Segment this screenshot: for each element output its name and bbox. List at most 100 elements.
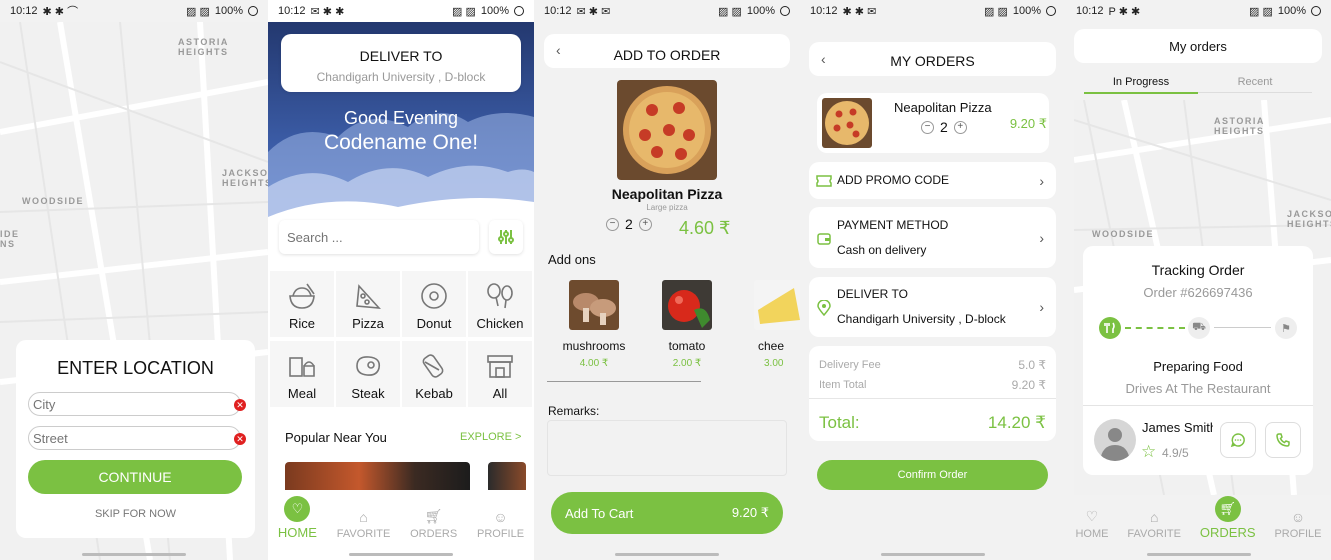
category-steak[interactable]: Steak [336,341,400,407]
chevron-right-icon: › [1039,299,1044,315]
screen-my-orders: 10:12 ✱ ✱ ✉ ▨ ▨ 100% ‹ MY ORDERS Neapolita… [800,0,1066,560]
deliver-to-card[interactable]: DELIVER TO Chandigarh University , D-blo… [281,34,521,92]
battery-text: 100% [1012,5,1041,17]
header-bar: ‹ ADD TO ORDER [544,34,790,68]
addon-tomato[interactable]: tomato 2.00 ₹ [647,280,727,369]
tomato-image [662,280,712,330]
order-item-card[interactable]: Neapolitan Pizza − 2 + 9.20 ₹ [817,93,1049,153]
battery-icon [780,6,790,16]
user-name: Codename One! [323,131,479,154]
tab-recent[interactable]: Recent [1198,76,1312,93]
item-total-value: 9.20 ₹ [1011,378,1046,392]
person-icon: ☺︎ [493,509,508,525]
battery-icon [514,6,524,16]
nav-favorite[interactable]: ⌂ FAVORITE [337,509,391,540]
nav-profile[interactable]: ☺︎ PROFILE [477,509,524,540]
addon-mushrooms[interactable]: mushrooms 4.00 ₹ [554,280,634,369]
product-price: 4.60 ₹ [679,218,731,238]
city-field[interactable]: ✕ [28,392,246,416]
deliver-to-row[interactable]: DELIVER TO Chandigarh University , D-blo… [809,277,1056,337]
user-silhouette-icon [1100,428,1130,461]
item-price: 9.20 ₹ [1009,116,1047,131]
confirm-order-button[interactable]: Confirm Order [817,460,1048,490]
chat-button[interactable] [1220,422,1256,458]
increment-button[interactable]: + [638,217,652,231]
decrement-button[interactable]: − [921,120,934,134]
street-field[interactable]: ✕ [28,426,246,450]
category-chicken[interactable]: Chicken [468,271,532,337]
category-kebab[interactable]: Kebab [402,341,466,407]
map-label-woodside: WOODSIDE [22,196,85,206]
battery-text: 100% [480,5,509,17]
item-thumbnail [822,98,872,148]
notification-icons: ✱ ✱ ⌒ [42,6,79,18]
screen-enter-location: 10:12 ✱ ✱ ⌒ ▨ ▨ 100% ASTORIA HEIGHTS JACKS… [0,0,268,560]
payment-method-row[interactable]: PAYMENT METHOD Cash on delivery › [809,207,1056,268]
status-time: 10:12 [10,5,38,17]
home-indicator [615,553,719,556]
category-pizza[interactable]: Pizza [336,271,400,337]
skip-button[interactable]: SKIP FOR NOW [16,508,255,520]
item-quantity-stepper[interactable]: − 2 + [921,119,967,135]
mushrooms-image [569,280,619,330]
steak-icon [356,356,381,376]
remarks-textarea[interactable] [547,420,787,476]
cart-icon: 🛒︎ [424,508,443,524]
battery-icon [1311,6,1321,16]
nav-orders[interactable]: 🛒︎ ORDERS [1200,496,1256,540]
cart-total: 9.20 ₹ [731,505,769,520]
deliver-address: Chandigarh University , D-block [837,312,1006,326]
nav-profile-label: PROFILE [1274,528,1322,540]
continue-button[interactable]: CONTINUE [28,460,242,494]
nav-home[interactable]: ♡ HOME [278,496,317,540]
signal-icons: ▨ ▨ [1249,5,1273,18]
addon-price: 4.00 ₹ [579,358,609,369]
home-indicator [1146,553,1251,556]
filter-button[interactable] [489,220,523,254]
driver-avatar [1094,419,1136,461]
addon-cheese[interactable]: chee 3.00 [740,280,800,369]
clear-city-icon[interactable]: ✕ [234,399,246,411]
increment-button[interactable]: + [953,120,967,134]
store-icon [487,355,513,378]
category-donut[interactable]: Donut [402,271,466,337]
category-meal[interactable]: Meal [270,341,334,407]
deliver-to-address: Chandigarh University , D-block [316,70,486,84]
nav-profile[interactable]: ☺︎ PROFILE [1274,509,1321,540]
battery-text: 100% [746,5,775,17]
delivery-fee-value: 5.0 ₹ [1018,358,1046,372]
progress-step-delivery: ⛟ [1188,317,1210,339]
clear-street-icon[interactable]: ✕ [234,433,246,445]
call-button[interactable] [1265,422,1301,458]
nav-home[interactable]: ♡ HOME [1075,508,1108,540]
city-input[interactable] [29,393,209,415]
search-input[interactable] [279,220,469,254]
chevron-right-icon: › [1039,172,1044,189]
status-bar: 10:12 P ✱ ✱ ▨ ▨ 100% [1066,0,1331,22]
status-time: 10:12 [1076,5,1104,17]
category-all[interactable]: All [468,341,532,407]
add-to-cart-button[interactable]: Add To Cart 9.20 ₹ [551,492,783,534]
explore-link[interactable]: EXPLORE > [460,431,521,443]
promo-code-row[interactable]: ADD PROMO CODE › [809,162,1056,199]
category-rice[interactable]: Rice [270,271,334,337]
location-title: ENTER LOCATION [57,358,214,378]
map-label-ide: IDE NS [0,229,20,249]
nav-favorite-label: FAVORITE [336,528,391,540]
nav-favorite[interactable]: ⌂ FAVORITE [1127,509,1181,540]
greeting-text: Good Evening [343,108,459,128]
bottom-nav: ♡ HOME ⌂ FAVORITE 🛒︎ ORDERS ☺︎ PROFILE [268,490,534,550]
category-label: Steak [351,386,385,401]
pizza-icon [356,284,381,309]
chevron-right-icon: › [1039,229,1044,246]
street-input[interactable] [29,427,209,449]
tab-in-progress[interactable]: In Progress [1084,76,1198,94]
decrement-button[interactable]: − [606,217,619,231]
addon-name: chee [758,339,785,353]
nav-orders[interactable]: 🛒︎ ORDERS [410,508,457,540]
quantity-stepper[interactable]: − 2 + [606,216,652,232]
status-time: 10:12 [810,5,838,17]
category-label: Meal [287,386,317,401]
meal-icon [289,357,315,377]
search-box[interactable] [279,220,479,254]
